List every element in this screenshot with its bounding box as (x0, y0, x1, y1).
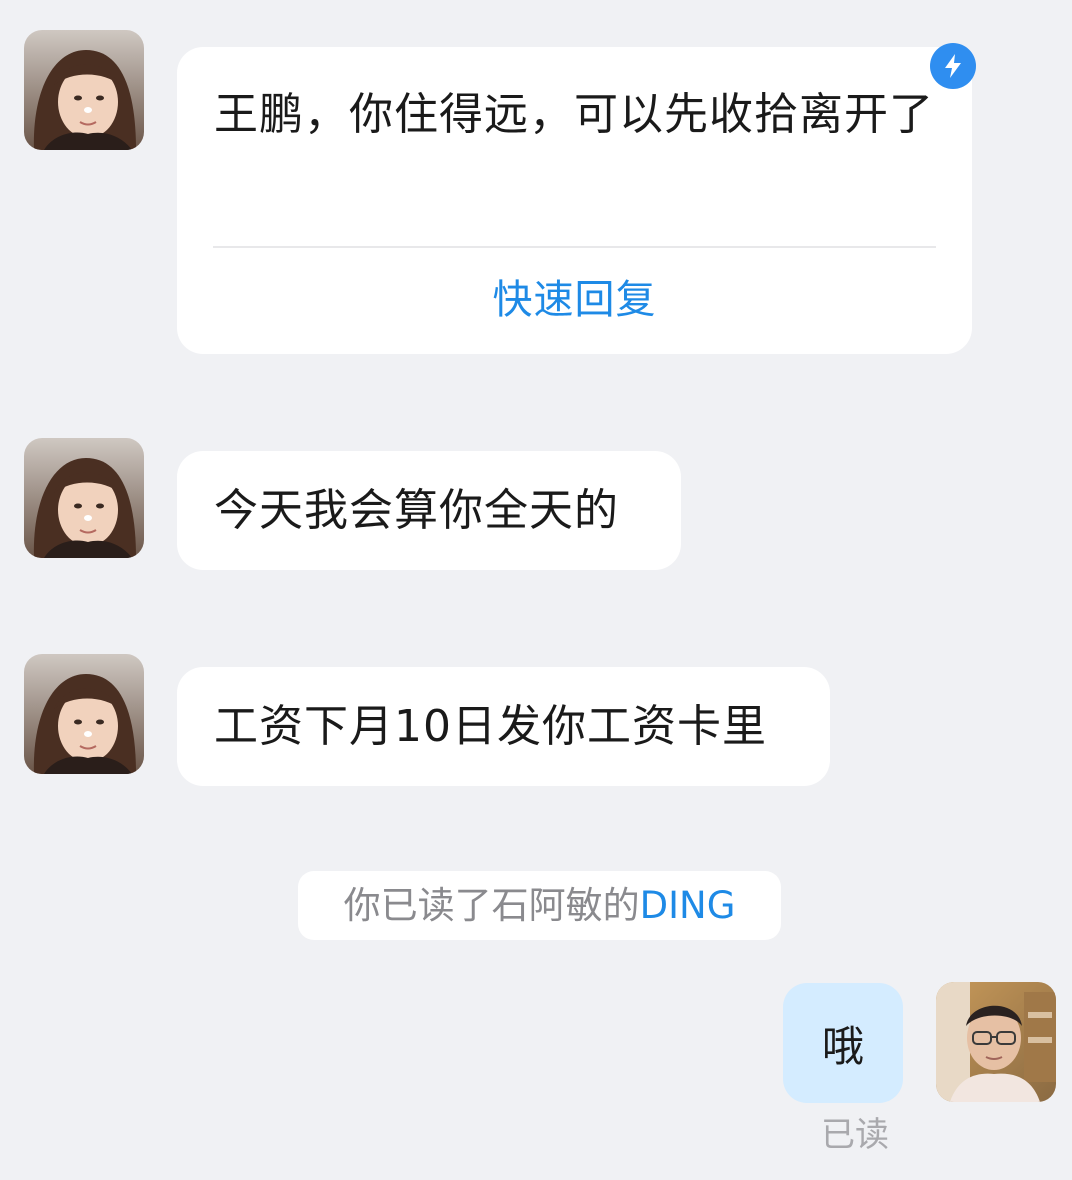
sender-avatar[interactable] (24, 438, 144, 558)
message-bubble[interactable]: 今天我会算你全天的 (177, 451, 681, 570)
system-notice: 你已读了石阿敏的DING (298, 871, 781, 940)
quick-reply-button[interactable]: 快速回复 (177, 272, 972, 328)
card-divider (213, 246, 936, 248)
message-text: 哦 (821, 1021, 864, 1071)
message-text: 工资下月10日发你工资卡里 (214, 701, 767, 752)
avatar-image (24, 438, 144, 558)
message-bubble[interactable]: 工资下月10日发你工资卡里 (177, 667, 830, 786)
ding-link[interactable]: DING (640, 884, 736, 927)
outgoing-message-bubble[interactable]: 哦 (783, 983, 903, 1103)
sender-avatar[interactable] (24, 30, 144, 150)
message-text: 今天我会算你全天的 (214, 485, 619, 536)
ding-message-card[interactable]: 王鹏，你住得远，可以先收拾离开了 快速回复 (177, 47, 972, 354)
read-status: 已读 (821, 1115, 889, 1155)
sender-avatar[interactable] (24, 654, 144, 774)
message-text: 王鹏，你住得远，可以先收拾离开了 (214, 89, 934, 140)
avatar-image (24, 654, 144, 774)
avatar-image (24, 30, 144, 150)
my-avatar[interactable] (936, 982, 1056, 1102)
system-notice-text: 你已读了石阿敏的 (343, 884, 640, 927)
avatar-image (936, 982, 1056, 1102)
lightning-icon (930, 43, 976, 89)
